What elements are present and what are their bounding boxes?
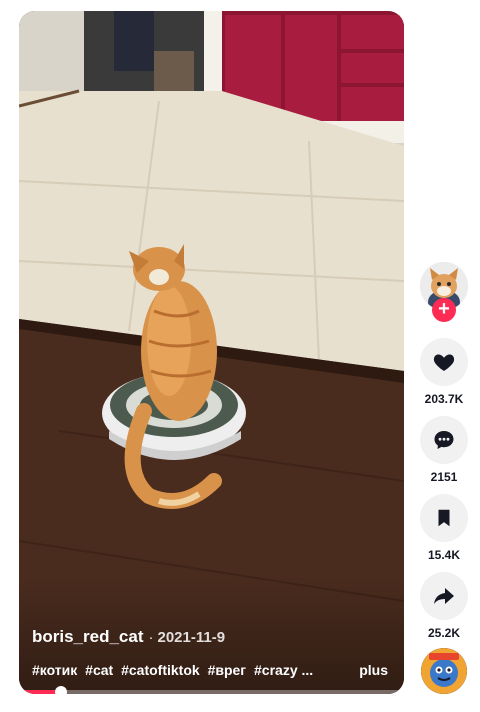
share-button[interactable] (420, 572, 468, 620)
music-disc-icon (421, 648, 467, 694)
author-avatar-wrap: + (420, 262, 468, 322)
hashtag[interactable]: #cat (85, 662, 113, 678)
hashtag[interactable]: #crazy ... (254, 662, 313, 678)
heart-icon (433, 354, 455, 371)
progress-bar[interactable] (19, 686, 404, 694)
music-disc[interactable] (421, 648, 467, 694)
plus-icon: + (438, 298, 450, 320)
share-count: 25.2K (427, 626, 461, 640)
comment-icon (434, 431, 454, 449)
like-button[interactable] (420, 338, 468, 386)
hashtag[interactable]: #catoftiktok (121, 662, 200, 678)
caption: #котик #cat #catoftiktok #врег #crazy ..… (32, 662, 317, 678)
share-action[interactable]: 25.2K (420, 572, 468, 640)
save-button[interactable] (420, 494, 468, 542)
post-date: 2021-11-9 (157, 629, 226, 646)
author-name[interactable]: boris_red_cat (32, 627, 144, 647)
comment-count: 2151 (430, 470, 458, 484)
comment-action[interactable]: 2151 (420, 416, 468, 484)
author-row: boris_red_cat · 2021-11-9 (32, 627, 225, 647)
comment-button[interactable] (420, 416, 468, 464)
save-count: 15.4K (427, 548, 461, 562)
save-action[interactable]: 15.4K (420, 494, 468, 562)
hashtag[interactable]: #котик (32, 662, 77, 678)
follow-button[interactable]: + (432, 298, 456, 322)
bookmark-icon (438, 509, 450, 527)
hashtag[interactable]: #врег (208, 662, 247, 678)
separator: · (148, 629, 154, 646)
like-action[interactable]: 203.7K (420, 338, 468, 406)
like-count: 203.7K (424, 392, 464, 406)
video-player[interactable]: boris_red_cat · 2021-11-9 #котик #cat #c… (19, 11, 404, 694)
share-arrow-icon (434, 588, 454, 604)
more-button[interactable]: plus (359, 662, 388, 678)
progress-handle[interactable] (55, 686, 68, 694)
